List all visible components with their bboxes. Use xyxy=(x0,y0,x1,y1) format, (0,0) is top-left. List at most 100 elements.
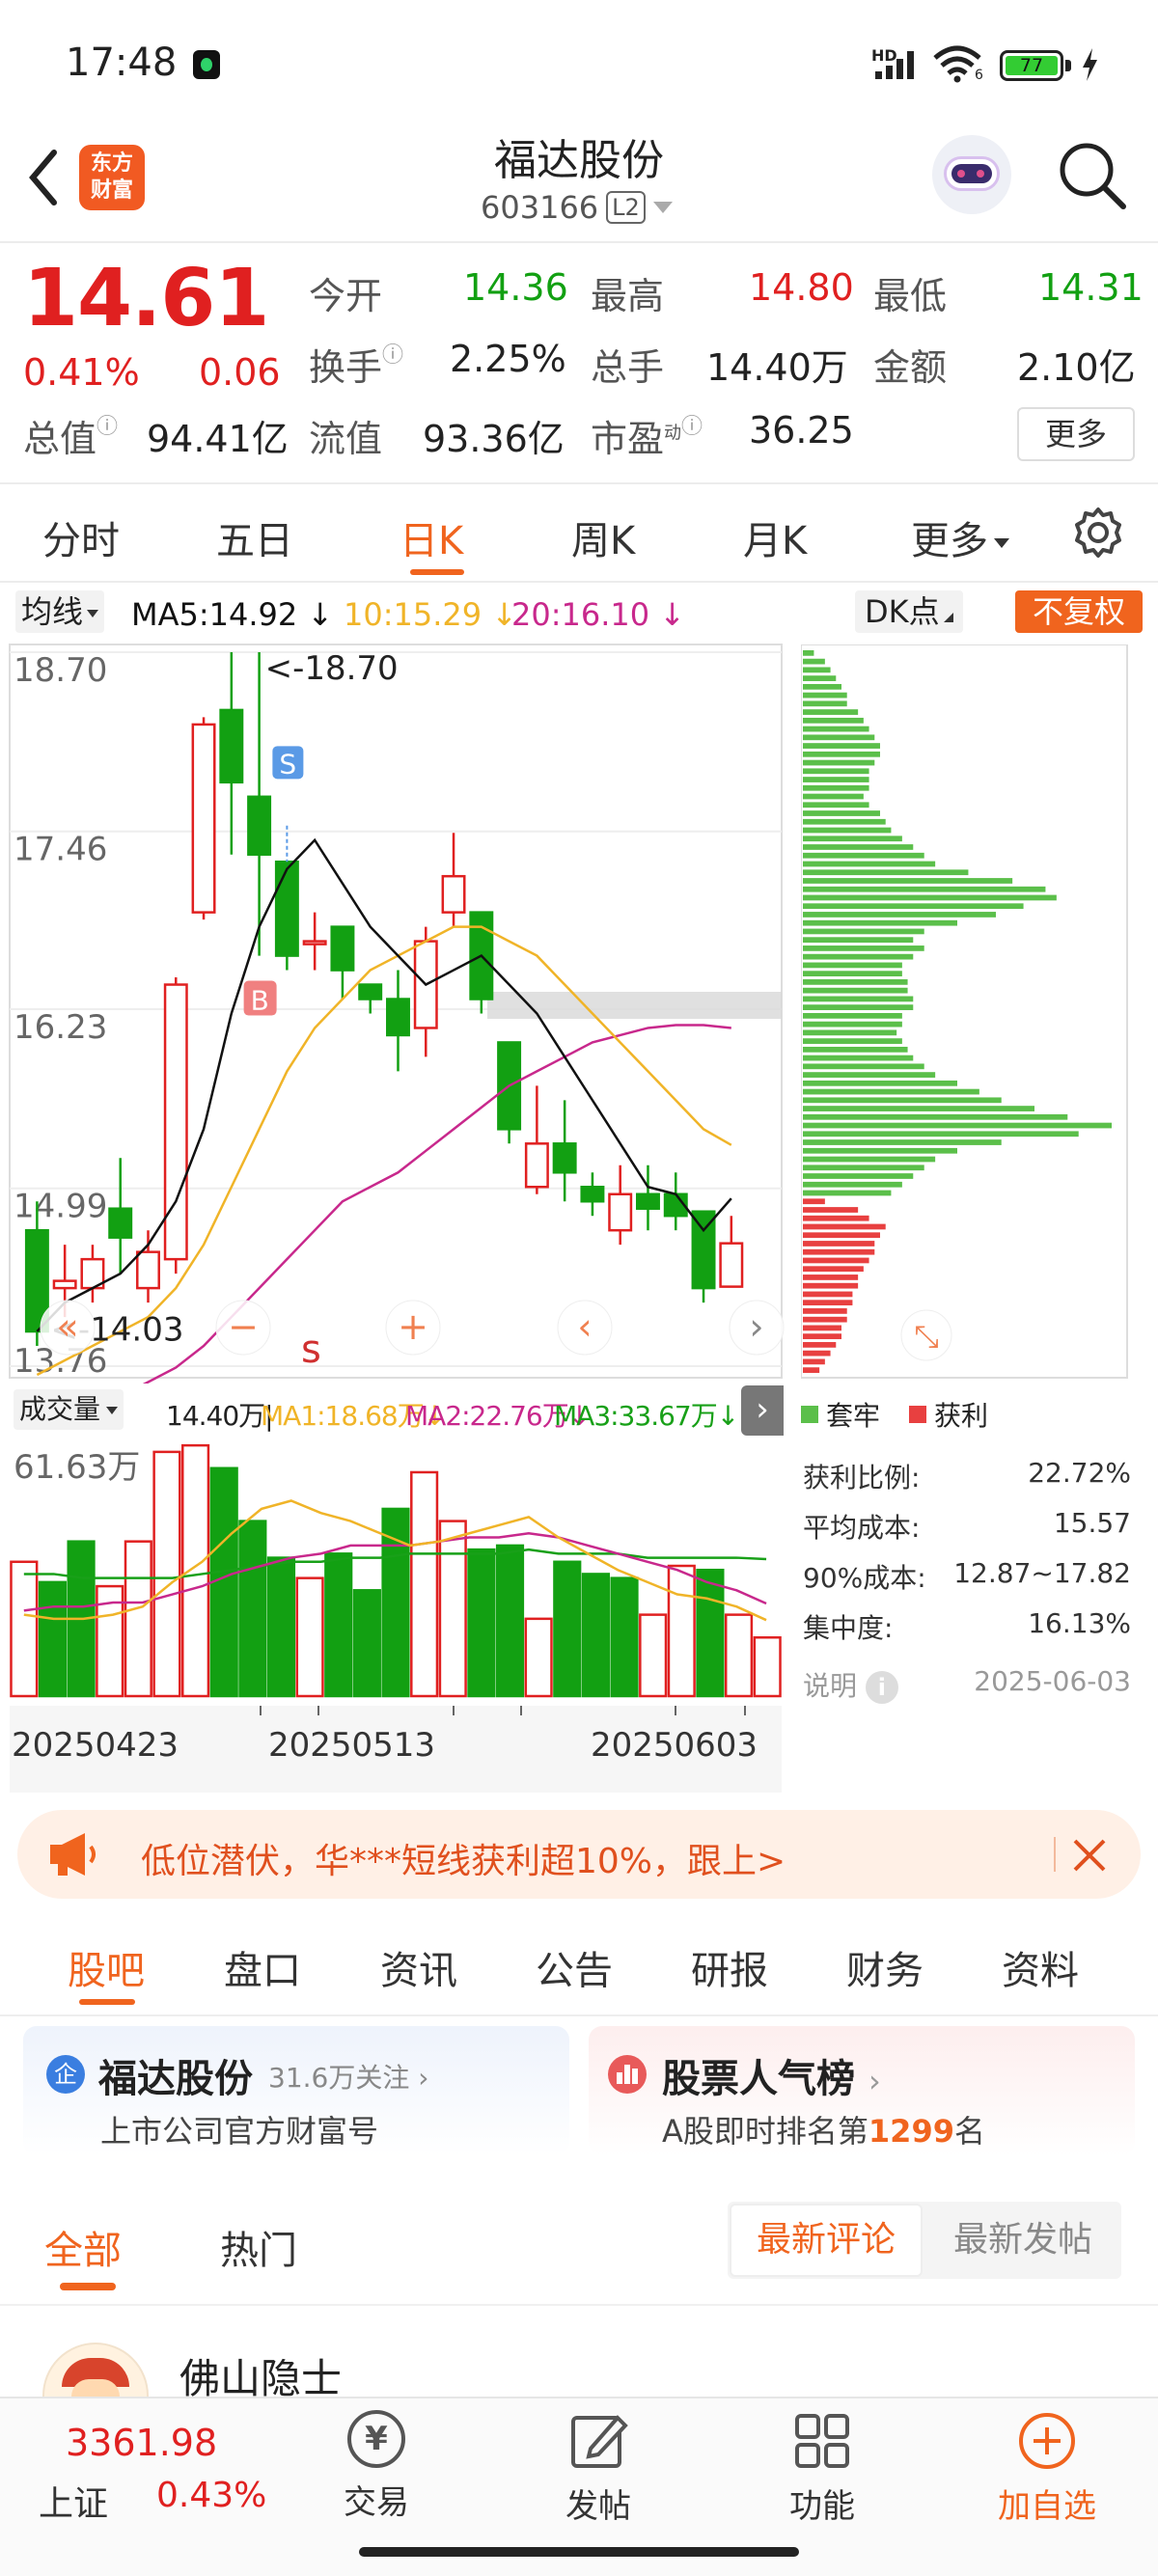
volume-bar xyxy=(181,1443,210,1698)
sort-latest-comment[interactable]: 最新评论 xyxy=(730,2204,923,2277)
tab-zixun[interactable]: 资讯 xyxy=(380,1939,457,1995)
robot-avatar-icon[interactable] xyxy=(932,135,1011,214)
status-bar: 17:48 HD 6 77 xyxy=(0,0,1158,125)
stock-code-row[interactable]: 603166 L2 xyxy=(481,189,673,226)
chip-bar-profit xyxy=(803,1248,875,1255)
chip-bar-trapped xyxy=(803,1021,902,1028)
company-card[interactable]: 企 福达股份 31.6万关注 › 上市公司官方财富号 xyxy=(23,2026,569,2155)
chip-bar-trapped xyxy=(803,810,880,816)
chip-bar-trapped xyxy=(803,650,814,656)
sell-label: S xyxy=(279,748,296,780)
gear-icon[interactable] xyxy=(1071,506,1125,560)
candle-body xyxy=(136,1250,160,1290)
chip-bar-trapped xyxy=(803,658,825,665)
price-band xyxy=(487,992,782,1019)
index-ticker[interactable]: 3361.98 上证 0.43% xyxy=(0,2398,290,2524)
chip-stats: 获利比例: 22.72% 平均成本: 15.57 90%成本: 12.87~17.82… xyxy=(803,1457,1131,1715)
index-name: 上证 xyxy=(39,2484,109,2524)
chart-nav-glyph: « xyxy=(56,1305,78,1348)
chip-bar-trapped xyxy=(803,1004,914,1010)
volume-chart: 61.63万 20250423 20250513 20250603 xyxy=(10,1436,782,1793)
volume-current: 14.40万| xyxy=(166,1400,274,1432)
chip-bar-profit xyxy=(803,1274,859,1280)
high-label: 最高 xyxy=(591,275,665,317)
edit-icon xyxy=(571,2415,628,2468)
chip-bar-profit xyxy=(803,1308,847,1314)
info-icon[interactable]: ⓘ xyxy=(382,343,403,368)
candle-body xyxy=(108,1207,133,1239)
chip-bar-profit xyxy=(803,1215,869,1221)
code-dropdown-icon xyxy=(652,202,673,213)
candle-body xyxy=(52,1279,77,1290)
nav-function[interactable]: 功能 xyxy=(764,2406,880,2532)
period-tabs: 分时 五日 日K 周K 月K 更多 xyxy=(0,484,1158,581)
y-tick-label: 17.46 xyxy=(14,831,107,869)
tab-yuek[interactable]: 月K xyxy=(743,509,807,565)
post-item[interactable]: 佛山隐士 xyxy=(0,2308,1158,2397)
chip-bar-trapped xyxy=(803,692,847,699)
turnover-value: 2.25% xyxy=(450,338,566,380)
chip-bar-trapped xyxy=(803,1106,1034,1111)
candlestick-chart[interactable]: 18.7017.4616.2314.9913.76<-18.70<-14.03B… xyxy=(0,641,791,1384)
chart-nav-glyph: ‹ xyxy=(577,1305,592,1348)
promo-banner[interactable]: 低位潜伏，华***短线获利超10%，跟上> xyxy=(17,1810,1141,1899)
l2-badge: L2 xyxy=(606,191,646,224)
tab-fenshi[interactable]: 分时 xyxy=(42,509,120,565)
tab-gonggao[interactable]: 公告 xyxy=(536,1939,613,1995)
chip-bar-trapped xyxy=(803,937,914,944)
tab-guba[interactable]: 股吧 xyxy=(68,1939,145,1995)
chip-bar-trapped xyxy=(803,878,1013,884)
tab-more[interactable]: 更多 xyxy=(911,509,1009,565)
ma-bar: 均线 MA5:14.92 ↓ 10:15.29 ↓ 20:16.10 ↓ DK点… xyxy=(0,587,1158,639)
tab-caiwu[interactable]: 财务 xyxy=(846,1939,924,1995)
index-pct: 0.43% xyxy=(156,2476,267,2515)
candle-body xyxy=(524,1142,549,1189)
post-author[interactable]: 佛山隐士 xyxy=(179,2346,342,2397)
more-button[interactable]: 更多 xyxy=(1017,407,1135,461)
info-icon[interactable]: ⓘ xyxy=(96,415,118,439)
tab-pankou[interactable]: 盘口 xyxy=(224,1939,301,1995)
ma5-label: MA5:14.92 ↓ xyxy=(131,596,334,633)
chip-bar-profit xyxy=(803,1257,869,1264)
popularity-card-title: 股票人气榜 › xyxy=(662,2057,881,2101)
filter-all[interactable]: 全部 xyxy=(44,2219,122,2275)
chip-bar-trapped xyxy=(803,1113,1068,1120)
chip-bar-trapped xyxy=(803,784,869,791)
tab-rik[interactable]: 日K xyxy=(400,509,463,565)
volume-select[interactable]: 成交量 xyxy=(14,1389,124,1430)
candle-body xyxy=(191,723,216,914)
nav-post[interactable]: 发帖 xyxy=(540,2406,656,2532)
back-arrow-icon[interactable] xyxy=(23,147,62,208)
company-card-name: 福达股份 xyxy=(98,2057,253,2101)
volume-value: 14.40万 xyxy=(706,346,848,389)
tab-yanbao[interactable]: 研报 xyxy=(691,1939,768,1995)
close-icon[interactable] xyxy=(1071,1837,1108,1874)
tab-wuri[interactable]: 五日 xyxy=(216,509,293,565)
stat-90-cost: 90%成本: 12.87~17.82 xyxy=(803,1557,1131,1594)
date-label: 20250513 xyxy=(268,1726,435,1765)
expand-right-button[interactable]: › xyxy=(741,1385,784,1436)
yen-coin-icon: ¥ xyxy=(347,2410,405,2468)
chip-note-row[interactable]: 说明 i 2025-06-03 xyxy=(803,1665,1131,1715)
search-icon[interactable] xyxy=(1056,139,1129,212)
nav-add-watchlist[interactable]: 加自选 xyxy=(984,2406,1110,2532)
app-notification-icon xyxy=(193,50,220,79)
volume-bar xyxy=(639,1613,668,1698)
no-adjust-button[interactable]: 不复权 xyxy=(1015,590,1143,633)
popularity-rank: A股即时排名第1299名 xyxy=(662,2113,985,2150)
last-price: 14.61 xyxy=(23,253,269,344)
dk-point-button[interactable]: DK点 xyxy=(855,590,963,633)
stock-code: 603166 xyxy=(481,189,599,226)
popularity-card[interactable]: 股票人气榜 › A股即时排名第1299名 xyxy=(589,2026,1135,2155)
sort-toggle: 最新评论 最新发帖 xyxy=(728,2202,1121,2279)
ma-select[interactable]: 均线 xyxy=(15,590,105,633)
sort-latest-post[interactable]: 最新发帖 xyxy=(926,2204,1119,2277)
info-icon[interactable]: ⓘ xyxy=(681,415,703,439)
chip-bar-profit xyxy=(803,1198,825,1205)
nav-trade[interactable]: ¥ 交易 xyxy=(318,2406,434,2532)
tab-ziliao[interactable]: 资料 xyxy=(1002,1939,1079,1995)
chip-bar-trapped xyxy=(803,683,841,690)
candle-body xyxy=(330,925,355,972)
tab-zhouk[interactable]: 周K xyxy=(571,509,635,565)
filter-hot[interactable]: 热门 xyxy=(220,2219,297,2275)
